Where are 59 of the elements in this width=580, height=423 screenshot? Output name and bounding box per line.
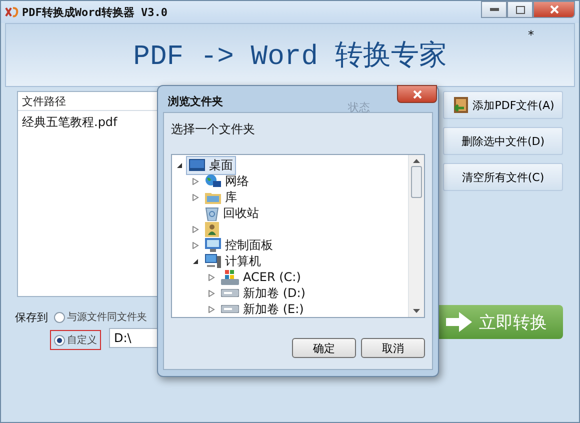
tree-item[interactable]	[202, 220, 222, 238]
app-logo-icon	[5, 6, 19, 18]
tree-item[interactable]: 控制面板	[202, 236, 276, 254]
arrow-right-icon	[445, 311, 473, 333]
side-button[interactable]: 删除选中文件(D)	[443, 127, 563, 155]
scroll-up-icon[interactable]	[413, 159, 420, 163]
tree-item[interactable]: 计算机	[202, 252, 264, 270]
monitor-icon	[189, 159, 205, 171]
windows-drive-icon	[221, 270, 239, 284]
maximize-button[interactable]	[507, 1, 533, 18]
dialog-prompt: 选择一个文件夹	[171, 121, 256, 138]
radio-option[interactable]: 与源文件同文件夹	[52, 309, 149, 325]
drive-icon	[221, 305, 239, 313]
minimize-icon	[490, 8, 498, 11]
radio-option[interactable]: 自定义	[52, 332, 99, 348]
tree-item[interactable]: ACER (C:)	[218, 268, 304, 286]
save-to-label: 保存到	[15, 310, 48, 325]
recycle-bin-icon	[205, 206, 219, 220]
scrollbar-thumb[interactable]	[411, 166, 422, 198]
globe-icon	[205, 174, 221, 188]
expand-icon[interactable]	[192, 178, 199, 184]
expand-icon[interactable]	[208, 290, 215, 296]
radio-button[interactable]	[54, 312, 65, 322]
collapse-icon[interactable]	[192, 258, 199, 264]
window-title: PDF转换成Word转换器 V3.0	[22, 4, 168, 20]
close-button[interactable]	[397, 85, 437, 103]
dialog-title: 浏览文件夹	[168, 94, 223, 109]
close-button[interactable]	[533, 1, 575, 18]
close-icon	[550, 5, 558, 14]
dialog-button[interactable]: 取消	[361, 338, 425, 358]
tree-item[interactable]: 网络	[202, 172, 252, 190]
expand-icon[interactable]	[192, 226, 199, 232]
tree-item[interactable]: 桌面	[186, 156, 236, 174]
expand-icon[interactable]	[192, 242, 199, 248]
tree-item[interactable]: 回收站	[202, 204, 262, 222]
banner-mark: *	[528, 28, 534, 42]
user-folder-icon	[205, 222, 219, 236]
banner-title: PDF -> Word 转换专家	[133, 40, 447, 74]
tree-item[interactable]: 新加卷 (E:)	[218, 300, 307, 317]
maximize-icon	[516, 6, 524, 14]
expand-icon[interactable]	[208, 306, 215, 312]
tree-item[interactable]: 新加卷 (D:)	[218, 284, 308, 302]
add-file-icon	[452, 96, 470, 114]
collapse-icon[interactable]	[176, 162, 183, 168]
scrollbar[interactable]	[408, 155, 424, 317]
tree-item[interactable]: 库	[202, 188, 240, 206]
minimize-button[interactable]	[481, 1, 507, 18]
control-panel-icon	[205, 238, 221, 252]
computer-icon	[205, 254, 221, 268]
drive-icon	[221, 289, 239, 297]
scroll-down-icon[interactable]	[413, 309, 420, 313]
side-button[interactable]: 清空所有文件(C)	[443, 163, 563, 191]
side-button[interactable]: 添加PDF文件(A)	[443, 91, 563, 119]
close-icon	[412, 90, 422, 98]
folder-icon	[205, 190, 221, 204]
radio-button[interactable]	[54, 334, 65, 346]
expand-icon[interactable]	[192, 194, 199, 200]
dialog-button[interactable]: 确定	[292, 338, 356, 358]
expand-icon[interactable]	[208, 274, 215, 280]
